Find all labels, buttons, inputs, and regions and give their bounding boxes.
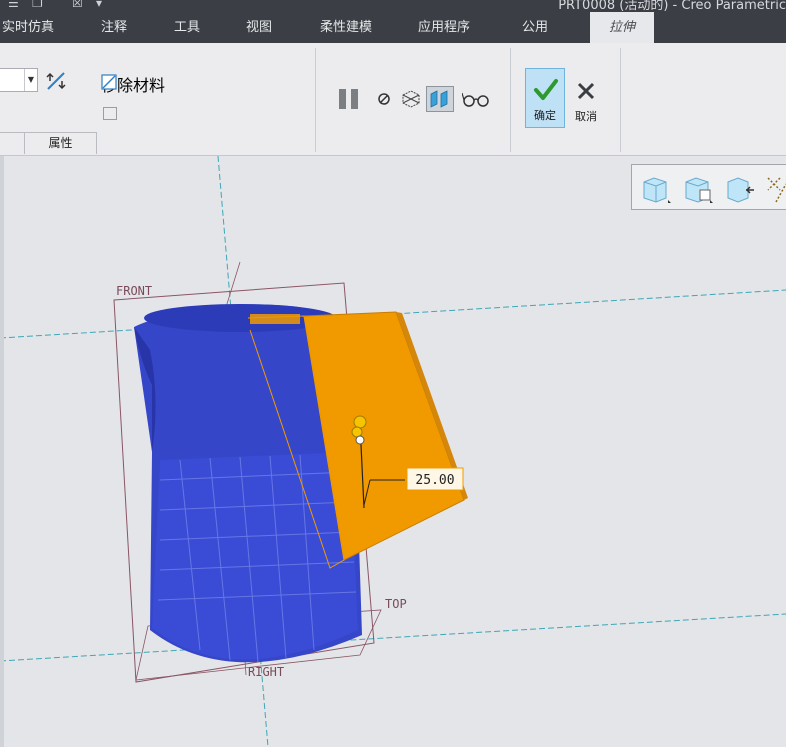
remove-material-button[interactable]: 移除材料 bbox=[101, 72, 181, 95]
group-divider bbox=[510, 48, 511, 152]
tab-applications[interactable]: 应用程序 bbox=[418, 12, 470, 43]
graphics-viewport[interactable]: 25.00 FRONT TOP RIGHT bbox=[0, 156, 786, 747]
viewport-left-border bbox=[0, 156, 4, 747]
close-icon bbox=[577, 82, 595, 100]
group-divider bbox=[620, 48, 621, 152]
refit-view-icon[interactable] bbox=[724, 172, 756, 204]
ok-button[interactable]: 确定 bbox=[525, 68, 565, 128]
check-icon bbox=[534, 79, 558, 100]
glasses-icon[interactable] bbox=[462, 91, 490, 107]
tab-public[interactable]: 公用 bbox=[522, 12, 548, 43]
depth-dimension[interactable]: 25.00 bbox=[415, 473, 454, 488]
flip-direction-icon[interactable] bbox=[45, 70, 67, 92]
extrude-dashboard bbox=[0, 43, 786, 156]
pause-icon[interactable] bbox=[337, 87, 361, 111]
tab-properties[interactable]: 属性 bbox=[24, 132, 97, 154]
tab-flexible-modeling[interactable]: 柔性建模 bbox=[320, 12, 372, 43]
drag-handle-anchor[interactable] bbox=[355, 435, 365, 445]
group-divider bbox=[315, 48, 316, 152]
datum-label-top: TOP bbox=[385, 597, 407, 611]
drag-handle[interactable] bbox=[351, 426, 363, 438]
quick-access-menu-icon[interactable]: ☰ bbox=[8, 0, 19, 10]
properties-tab-label: 属性 bbox=[48, 136, 73, 150]
display-style-icon[interactable] bbox=[682, 172, 714, 204]
tab-annotate[interactable]: 注释 bbox=[101, 12, 127, 43]
tab-tools[interactable]: 工具 bbox=[174, 12, 200, 43]
quick-access-dropdown-icon[interactable]: ▾ bbox=[96, 0, 102, 10]
tab-options[interactable] bbox=[0, 132, 25, 154]
depth-value-combo[interactable]: ▼ bbox=[0, 68, 38, 92]
view-toolbar bbox=[631, 164, 786, 210]
ok-label: 确定 bbox=[534, 109, 556, 122]
cancel-button[interactable]: 取消 bbox=[566, 68, 606, 128]
datum-display-icon[interactable] bbox=[764, 172, 786, 204]
datum-axis bbox=[0, 613, 786, 662]
sketch-label-marker bbox=[250, 314, 300, 324]
quick-access-copy-icon[interactable]: ❐ bbox=[32, 0, 43, 10]
preview-icon bbox=[430, 90, 448, 108]
remove-material-icon bbox=[101, 74, 117, 90]
preview-toggle-button[interactable] bbox=[426, 86, 454, 112]
verify-icon[interactable] bbox=[401, 89, 421, 109]
cancel-label: 取消 bbox=[575, 110, 597, 123]
thicken-sketch-checkbox[interactable] bbox=[103, 107, 117, 120]
window-title: PRT0008 (活动的) - Creo Parametric bbox=[558, 0, 786, 12]
datum-label-front: FRONT bbox=[116, 284, 152, 298]
quick-access-close-window-icon[interactable]: ☒ bbox=[72, 0, 83, 10]
datum-label-right: RIGHT bbox=[248, 665, 284, 679]
title-bar: ☰ ❐ ☒ ▾ PRT0008 (活动的) - Creo Parametric bbox=[0, 0, 786, 12]
ribbon-tab-bar: 实时仿真 注释 工具 视图 柔性建模 应用程序 公用 拉伸 bbox=[0, 12, 786, 43]
drag-handle[interactable] bbox=[353, 415, 367, 429]
saved-orientations-icon[interactable] bbox=[640, 172, 672, 204]
tab-extrude[interactable]: 拉伸 bbox=[590, 12, 654, 43]
tab-live-simulation[interactable]: 实时仿真 bbox=[2, 12, 54, 43]
tab-view[interactable]: 视图 bbox=[246, 12, 272, 43]
chevron-down-icon[interactable]: ▼ bbox=[24, 69, 37, 91]
no-preview-icon[interactable] bbox=[377, 92, 391, 106]
